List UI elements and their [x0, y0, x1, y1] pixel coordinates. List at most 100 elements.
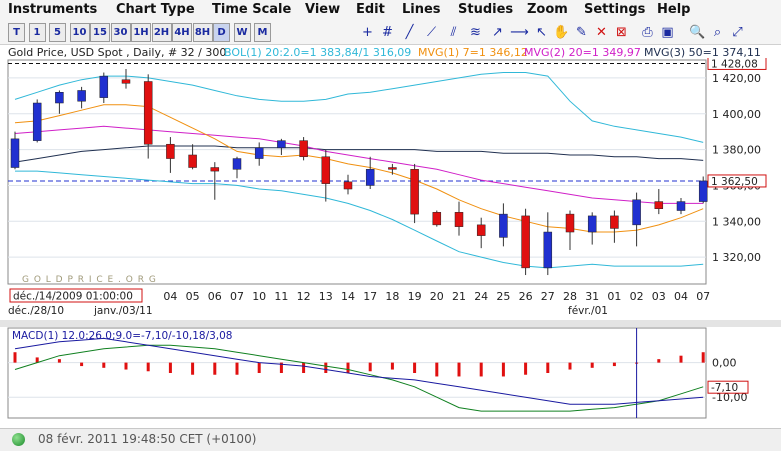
- period-button-t[interactable]: T: [8, 23, 25, 42]
- menu-instruments[interactable]: Instruments: [8, 2, 97, 17]
- status-datetime: 08 févr. 2011 19:48:50 CET (+0100): [38, 432, 257, 446]
- candle-body[interactable]: [698, 180, 708, 202]
- candle-body[interactable]: [321, 156, 331, 184]
- y-tick-label: 1 400,00: [712, 108, 761, 121]
- period-button-10[interactable]: 10: [69, 23, 90, 42]
- x-date-label: 01: [607, 290, 621, 303]
- period-button-1h[interactable]: 1H: [131, 23, 151, 42]
- candle-body[interactable]: [210, 167, 220, 172]
- x-date-label: 13: [319, 290, 333, 303]
- menu-help[interactable]: Help: [657, 2, 690, 17]
- candle-body[interactable]: [454, 212, 464, 227]
- cursor-date-label: déc./14/2009 01:00:00: [13, 291, 133, 303]
- channel-icon[interactable]: ⫽: [444, 23, 463, 42]
- candle-body[interactable]: [121, 79, 131, 84]
- macd-histogram-bar: [413, 362, 417, 373]
- menu-settings[interactable]: Settings: [584, 2, 645, 17]
- fib-icon[interactable]: ≋: [466, 23, 485, 42]
- x-date-label: 18: [385, 290, 399, 303]
- save-icon[interactable]: ▣: [658, 23, 677, 42]
- y-tick-label: 1 420,00: [712, 72, 761, 85]
- period-button-w[interactable]: W: [233, 23, 251, 42]
- macd-histogram-bar: [346, 362, 350, 373]
- x-date-label: 14: [341, 290, 355, 303]
- candle-body[interactable]: [77, 90, 86, 102]
- ray-icon[interactable]: ⟶: [510, 23, 529, 42]
- period-button-2h[interactable]: 2H: [151, 23, 172, 42]
- macd-histogram-bar: [13, 352, 17, 363]
- candle-body[interactable]: [543, 231, 553, 269]
- period-button-5[interactable]: 5: [49, 23, 66, 42]
- cursor-icon[interactable]: ↖: [532, 23, 551, 42]
- candle-body[interactable]: [99, 75, 109, 98]
- menu-time-scale[interactable]: Time Scale: [212, 2, 291, 17]
- menu-edit[interactable]: Edit: [356, 2, 385, 17]
- candle-body[interactable]: [632, 199, 641, 226]
- candle-body[interactable]: [232, 158, 242, 170]
- candle-body[interactable]: [365, 169, 375, 186]
- period-button-8h[interactable]: 8H: [192, 23, 213, 42]
- delete-all-icon[interactable]: ⊠: [612, 23, 631, 42]
- x-date-label: 07: [230, 290, 244, 303]
- candle-body[interactable]: [676, 201, 686, 211]
- x-date-label: 21: [452, 290, 466, 303]
- candle-body[interactable]: [254, 147, 264, 159]
- period-button-4h[interactable]: 4H: [172, 23, 192, 42]
- menu-chart-type[interactable]: Chart Type: [116, 2, 195, 17]
- candle-body[interactable]: [343, 181, 353, 190]
- hand-icon[interactable]: ✋: [552, 23, 571, 42]
- candle-body[interactable]: [476, 224, 486, 236]
- candle-body[interactable]: [388, 167, 397, 170]
- candle-body[interactable]: [410, 169, 419, 215]
- macd-histogram-bar: [102, 362, 106, 368]
- grid-icon[interactable]: #: [378, 23, 397, 42]
- draw-line-icon[interactable]: ╱: [400, 23, 419, 42]
- chart-canvas[interactable]: 1 420,001 400,001 380,001 360,001 340,00…: [0, 58, 781, 428]
- candle-body[interactable]: [654, 201, 664, 209]
- x-date-label: 05: [186, 290, 200, 303]
- delete-icon[interactable]: ✕: [592, 23, 611, 42]
- menu-studies[interactable]: Studies: [458, 2, 513, 17]
- macd-histogram-bar: [168, 362, 172, 373]
- x-date-label: 06: [208, 290, 222, 303]
- candle-body[interactable]: [10, 138, 20, 168]
- month-label: déc./28/10: [8, 305, 64, 317]
- candle-body[interactable]: [610, 215, 619, 229]
- macd-histogram-bar: [657, 359, 661, 363]
- zoom-in-icon[interactable]: 🔍: [688, 23, 707, 42]
- zoom-fit-icon[interactable]: ⤢: [728, 23, 747, 42]
- x-date-label: 07: [696, 290, 710, 303]
- period-button-d[interactable]: D: [213, 23, 230, 42]
- candle-body[interactable]: [587, 215, 597, 233]
- menu-lines[interactable]: Lines: [402, 2, 441, 17]
- candle-body[interactable]: [299, 140, 308, 158]
- trend-icon[interactable]: ↗: [488, 23, 507, 42]
- macd-histogram-bar: [546, 362, 550, 373]
- candle-body[interactable]: [55, 92, 64, 104]
- period-button-15[interactable]: 15: [90, 23, 110, 42]
- fan-icon[interactable]: ⟋: [422, 23, 441, 42]
- x-date-label: 03: [652, 290, 666, 303]
- x-date-label: 26: [519, 290, 533, 303]
- candle-body[interactable]: [277, 140, 286, 149]
- candle-body[interactable]: [166, 143, 175, 159]
- candle-body[interactable]: [521, 215, 530, 269]
- panel-splitter[interactable]: [0, 320, 781, 327]
- candle-body[interactable]: [32, 102, 42, 141]
- pencil-icon[interactable]: ✎: [572, 23, 591, 42]
- period-button-1[interactable]: 1: [28, 23, 46, 42]
- crosshair-icon[interactable]: +: [358, 23, 377, 42]
- period-button-30[interactable]: 30: [110, 23, 131, 42]
- macd-histogram-bar: [590, 362, 594, 368]
- menu-view[interactable]: View: [305, 2, 340, 17]
- print-icon[interactable]: ⎙: [638, 23, 657, 42]
- candle-body[interactable]: [565, 213, 575, 233]
- candle-body[interactable]: [499, 213, 508, 238]
- zoom-out-icon[interactable]: ⌕: [708, 23, 727, 42]
- candle-body[interactable]: [432, 212, 442, 226]
- candle-body[interactable]: [188, 154, 197, 168]
- candle-body[interactable]: [143, 81, 153, 145]
- menu-zoom[interactable]: Zoom: [527, 2, 568, 17]
- x-date-label: 28: [563, 290, 577, 303]
- period-button-m[interactable]: M: [254, 23, 271, 42]
